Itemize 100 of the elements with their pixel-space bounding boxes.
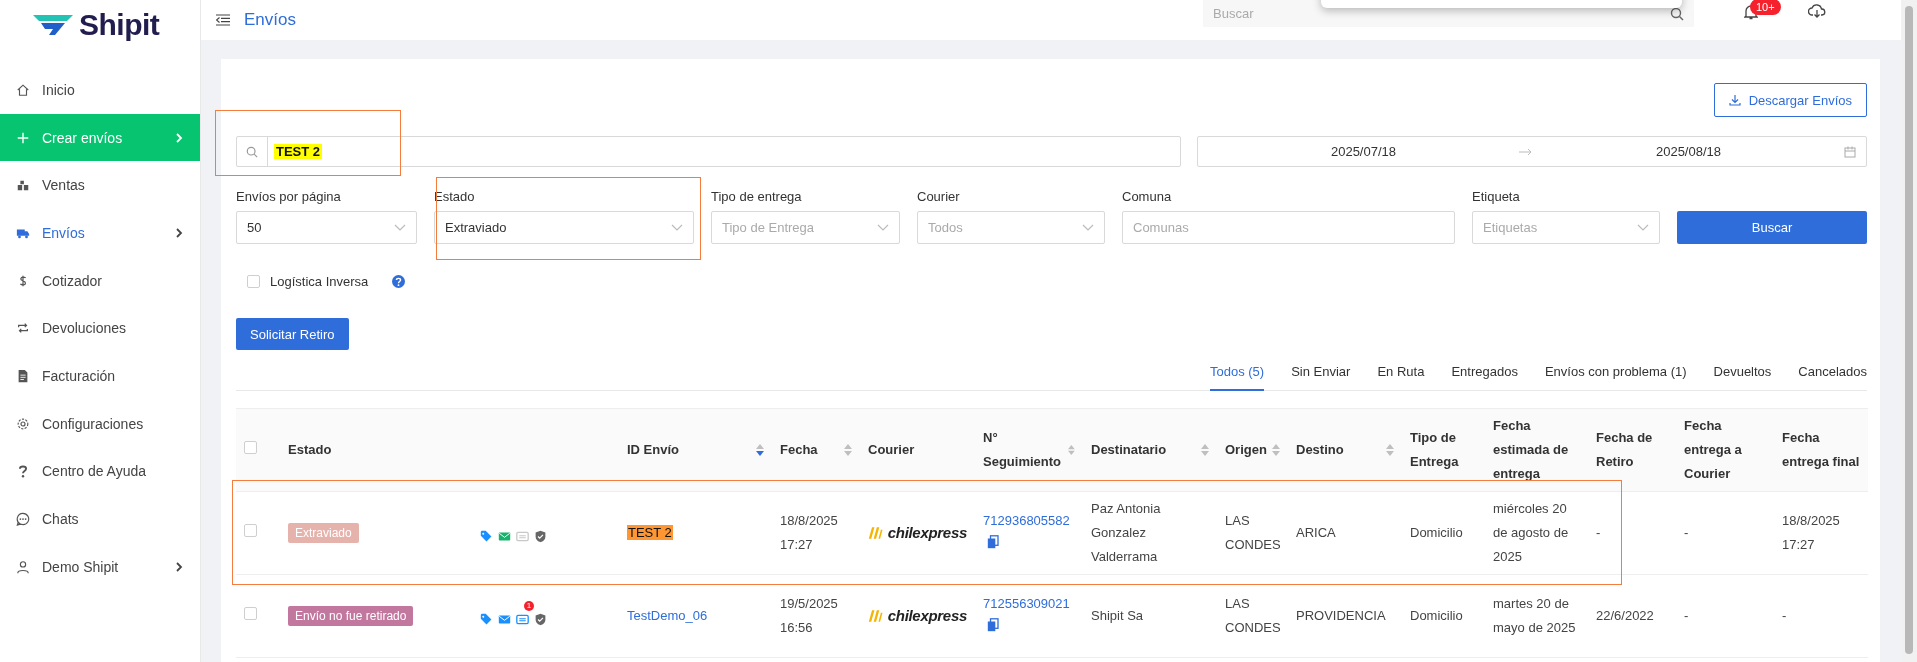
checkbox[interactable]: [244, 607, 257, 620]
filter-label: Courier: [917, 189, 961, 204]
mail-icon[interactable]: [498, 612, 511, 626]
filter-select[interactable]: Extraviado: [434, 211, 694, 244]
chevron-down-icon: [671, 223, 683, 232]
sidebar-item[interactable]: Envíos: [0, 209, 200, 257]
pickup-button[interactable]: Solicitar Retiro: [236, 318, 349, 350]
table-cell: Shipit Sa: [1091, 608, 1144, 623]
chevron-down-icon: [1637, 223, 1649, 232]
tab[interactable]: Cancelados: [1798, 356, 1867, 391]
sidebar-item[interactable]: Cotizador: [0, 256, 200, 305]
status-tag: Extraviado: [288, 523, 359, 543]
courier-name: chilexpress: [887, 523, 967, 543]
tab[interactable]: Devueltos: [1713, 356, 1772, 391]
help-icon[interactable]: [392, 275, 406, 288]
scrollbar[interactable]: [1901, 0, 1917, 662]
shipment-id-link[interactable]: TestDemo_06: [627, 608, 708, 623]
sidebar-item[interactable]: Ventas: [0, 161, 200, 210]
settings-icon: [16, 416, 30, 431]
tracking-link[interactable]: 712936805582: [983, 513, 1070, 528]
filter-input[interactable]: Comunas: [1122, 211, 1455, 244]
sidebar-item[interactable]: Devoluciones: [0, 304, 200, 353]
date-range-field[interactable]: 2025/07/18 2025/08/18: [1197, 136, 1867, 167]
wing-logo-icon: [33, 14, 73, 36]
brand-name: Shipit: [79, 8, 160, 42]
filter-select[interactable]: 50: [236, 211, 417, 244]
sidebar-item[interactable]: Facturación: [0, 352, 200, 400]
tab[interactable]: Sin Enviar: [1291, 356, 1351, 391]
table-cell: Domicilio: [1410, 525, 1463, 540]
table-cell: 19/5/2025 16:56: [780, 596, 838, 635]
checkbox[interactable]: [244, 441, 257, 454]
sort-icon[interactable]: [756, 444, 764, 456]
tab[interactable]: En Ruta: [1377, 356, 1425, 391]
column-header: Fecha entrega final: [1782, 429, 1860, 471]
tag-icon[interactable]: [480, 612, 493, 626]
table-cell: -: [1782, 608, 1787, 623]
tab[interactable]: Envíos con problema (1): [1544, 356, 1687, 391]
table-cell: Domicilio: [1410, 608, 1463, 623]
checkbox-label: Logística Inversa: [270, 274, 369, 289]
document-icon: [16, 368, 30, 383]
courier-name: chilexpress: [887, 606, 967, 626]
copy-icon[interactable]: [987, 535, 999, 549]
boxes-icon: [16, 178, 30, 193]
column-header: Fecha de Retiro: [1596, 429, 1654, 471]
column-header[interactable]: Destinatario: [1091, 438, 1167, 462]
copy-icon[interactable]: [987, 618, 999, 632]
table-cell: PROVIDENCIA: [1296, 608, 1386, 623]
ticket-icon[interactable]: [516, 612, 529, 626]
filter-label: Comuna: [1122, 189, 1173, 204]
filter-label: Tipo de entrega: [711, 189, 803, 204]
search-button[interactable]: Buscar: [1677, 211, 1867, 244]
column-header[interactable]: Destino: [1296, 438, 1344, 462]
ticket-icon[interactable]: [516, 529, 529, 543]
column-header[interactable]: ID Envío: [627, 438, 679, 462]
checkbox[interactable]: [244, 524, 257, 537]
sidebar-item[interactable]: Centro de Ayuda: [0, 447, 200, 496]
status-tag: Envío no fue retirado: [288, 606, 414, 626]
question-mark-icon: [16, 464, 30, 479]
plus-icon: [16, 130, 30, 145]
column-header[interactable]: Fecha: [780, 438, 818, 462]
shield-icon[interactable]: [534, 529, 547, 543]
chevron-down-icon: [394, 223, 406, 232]
column-header: Courier: [868, 441, 915, 459]
mail-icon[interactable]: [498, 529, 511, 543]
home-icon: [16, 82, 30, 97]
table-cell: LAS CONDES: [1225, 513, 1281, 552]
column-header: Tipo de Entrega: [1410, 429, 1460, 471]
download-button[interactable]: Descargar Envíos: [1713, 83, 1867, 117]
search-field[interactable]: TEST 2: [236, 136, 1181, 167]
column-header: Fecha entrega a Courier: [1684, 417, 1743, 483]
arrow-right-icon: [1519, 147, 1533, 156]
table-cell: -: [1684, 608, 1689, 623]
table-cell: ARICA: [1296, 525, 1336, 540]
sidebar-item[interactable]: Inicio: [0, 66, 200, 114]
tracking-link[interactable]: 712556309021: [983, 596, 1070, 611]
column-header: Estado: [288, 441, 332, 459]
chevron-down-icon: [1082, 223, 1094, 232]
shipment-id: TEST 2: [627, 525, 673, 540]
search-icon: [246, 145, 258, 158]
tab[interactable]: Todos (5): [1209, 356, 1265, 391]
table-cell: Paz Antonia Gonzalez Valderrama: [1091, 501, 1161, 564]
sidebar-item[interactable]: Demo Shipit: [0, 542, 200, 591]
table-cell: -: [1684, 525, 1689, 540]
download-icon: [1728, 94, 1741, 106]
user-icon: [16, 559, 30, 574]
cloud-download-icon[interactable]: [1808, 4, 1826, 18]
calendar-icon: [1844, 145, 1856, 158]
column-header[interactable]: Origen: [1225, 438, 1267, 462]
tab[interactable]: Entregados: [1451, 356, 1518, 391]
sidebar-item[interactable]: Chats: [0, 495, 200, 543]
table-cell: 22/6/2022: [1596, 608, 1654, 623]
menu-fold-icon[interactable]: [216, 14, 230, 26]
chevron-down-icon: [877, 223, 889, 232]
filter-label: Envíos por página: [236, 189, 342, 204]
tag-icon[interactable]: [480, 529, 493, 543]
shield-icon[interactable]: [534, 612, 547, 626]
column-header: Fecha estimada de entrega: [1493, 417, 1570, 483]
sidebar-item[interactable]: Configuraciones: [0, 399, 200, 448]
table-cell: martes 20 de mayo de 2025: [1493, 596, 1576, 635]
checkbox[interactable]: [247, 275, 260, 288]
